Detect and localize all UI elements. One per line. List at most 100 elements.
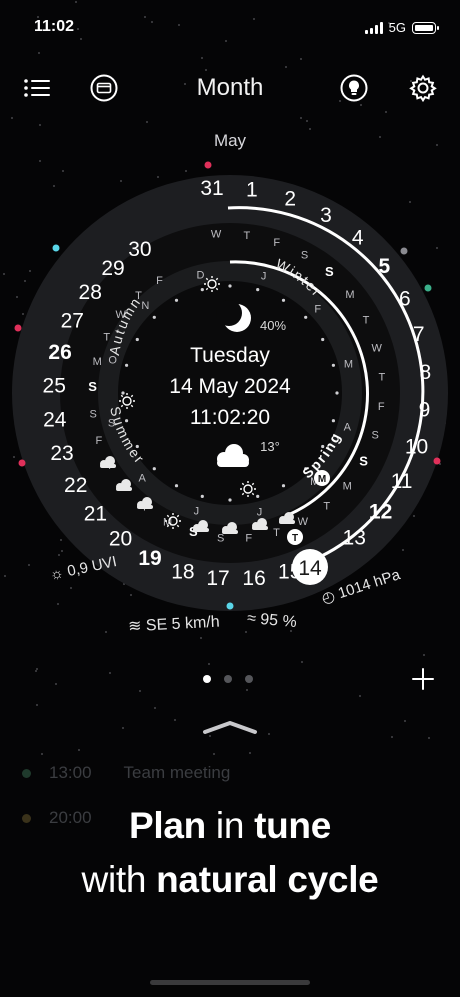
page-dot[interactable] bbox=[245, 675, 253, 683]
star bbox=[213, 753, 215, 755]
weekday-letter: S bbox=[90, 409, 97, 421]
star bbox=[309, 128, 311, 130]
day-number[interactable]: 22 bbox=[64, 474, 87, 497]
star bbox=[41, 753, 43, 755]
settings-button[interactable] bbox=[406, 71, 440, 105]
season-dot bbox=[281, 484, 286, 488]
season-dot bbox=[281, 298, 286, 302]
day-number[interactable]: 11 bbox=[391, 470, 413, 493]
page-indicator[interactable] bbox=[203, 675, 253, 683]
day-number[interactable]: 17 bbox=[206, 567, 229, 590]
day-number[interactable]: 6 bbox=[399, 287, 411, 310]
star bbox=[201, 57, 203, 59]
weekday-letter: M bbox=[93, 356, 102, 368]
season-dot bbox=[121, 391, 125, 395]
star bbox=[174, 719, 176, 721]
month-letter: F bbox=[314, 303, 321, 315]
chevron-up-icon bbox=[203, 721, 257, 734]
month-letter: J bbox=[194, 505, 200, 517]
day-number[interactable]: 1 bbox=[246, 178, 258, 201]
list-icon bbox=[24, 79, 50, 97]
star bbox=[78, 749, 80, 751]
month-letter: A bbox=[344, 422, 352, 434]
humidity-icon: ≈ bbox=[246, 609, 257, 628]
day-number[interactable]: 3 bbox=[320, 204, 332, 227]
signal-icon bbox=[364, 21, 383, 34]
tagline-line1: Plan in tune bbox=[128, 805, 331, 846]
day-number[interactable]: 26 bbox=[48, 341, 71, 364]
star bbox=[306, 120, 308, 122]
day-number[interactable]: 9 bbox=[419, 399, 431, 422]
season-dot bbox=[200, 288, 204, 292]
day-number[interactable]: 24 bbox=[43, 409, 67, 432]
day-number[interactable]: 28 bbox=[79, 281, 102, 304]
weekday-letter: T bbox=[363, 315, 370, 327]
month-letter: O bbox=[108, 354, 117, 366]
day-number[interactable]: 30 bbox=[128, 238, 151, 261]
svg-text:T: T bbox=[292, 533, 298, 544]
day-number[interactable]: 2 bbox=[284, 188, 296, 211]
day-number[interactable]: 10 bbox=[405, 436, 428, 459]
season-dot bbox=[200, 494, 204, 498]
today-number: 14 bbox=[298, 557, 322, 580]
day-number[interactable]: 25 bbox=[43, 374, 66, 397]
current-time: 11:02:20 bbox=[190, 406, 270, 429]
season-dot bbox=[228, 498, 232, 502]
star bbox=[11, 117, 13, 119]
day-number[interactable]: 27 bbox=[61, 310, 84, 333]
day-number[interactable]: 18 bbox=[171, 560, 194, 583]
day-number[interactable]: 5 bbox=[378, 255, 390, 278]
season-dot bbox=[335, 391, 339, 395]
day-number[interactable]: 7 bbox=[413, 323, 425, 346]
day-of-week: Tuesday bbox=[190, 344, 270, 367]
day-number[interactable]: 21 bbox=[84, 503, 107, 526]
day-number[interactable]: 19 bbox=[138, 547, 161, 570]
star bbox=[205, 69, 207, 71]
star bbox=[379, 136, 381, 138]
gear-icon bbox=[409, 74, 437, 103]
season-dot bbox=[135, 337, 139, 342]
day-number[interactable]: 8 bbox=[419, 361, 431, 384]
page-dot-active[interactable] bbox=[203, 675, 211, 683]
card-button[interactable] bbox=[87, 71, 121, 105]
tips-button[interactable] bbox=[337, 71, 371, 105]
day-number[interactable]: 31 bbox=[200, 177, 223, 200]
season-dot bbox=[331, 419, 335, 423]
weekday-letter: M bbox=[345, 289, 354, 301]
star bbox=[301, 661, 303, 663]
season-dot bbox=[228, 284, 232, 288]
star bbox=[300, 117, 302, 119]
star bbox=[154, 707, 156, 709]
expand-handle[interactable] bbox=[201, 718, 259, 741]
card-icon bbox=[90, 74, 118, 102]
add-button[interactable] bbox=[410, 666, 436, 692]
wind-icon: ≋ bbox=[127, 617, 142, 636]
weekday-letter: F bbox=[96, 435, 103, 447]
month-letter: M bbox=[344, 359, 353, 371]
season-dot bbox=[152, 315, 156, 319]
weekday-letter: M bbox=[343, 480, 352, 492]
weekday-letter: S bbox=[217, 532, 224, 544]
weekday-letter: W bbox=[211, 229, 222, 241]
day-number[interactable]: 16 bbox=[242, 567, 265, 590]
weekday-letter: S bbox=[88, 379, 97, 394]
star bbox=[391, 736, 393, 738]
day-number[interactable]: 20 bbox=[109, 527, 132, 550]
day-number[interactable]: 29 bbox=[101, 257, 124, 280]
page-dot[interactable] bbox=[224, 675, 232, 683]
home-indicator[interactable] bbox=[150, 980, 310, 985]
page-title: Month bbox=[196, 74, 264, 101]
day-number[interactable]: 23 bbox=[50, 442, 73, 465]
month-letter: J bbox=[261, 271, 267, 283]
day-number[interactable]: 12 bbox=[369, 501, 392, 524]
weekday-letter: F bbox=[273, 237, 280, 249]
current-date: 14 May 2024 bbox=[169, 375, 291, 398]
day-number[interactable]: 4 bbox=[352, 227, 364, 250]
star bbox=[423, 654, 425, 656]
list-button[interactable] bbox=[20, 71, 54, 105]
star bbox=[36, 704, 38, 706]
star bbox=[285, 66, 287, 68]
day-number[interactable]: 13 bbox=[343, 526, 366, 549]
plus-icon bbox=[412, 668, 434, 690]
network-label: 5G bbox=[388, 20, 406, 35]
